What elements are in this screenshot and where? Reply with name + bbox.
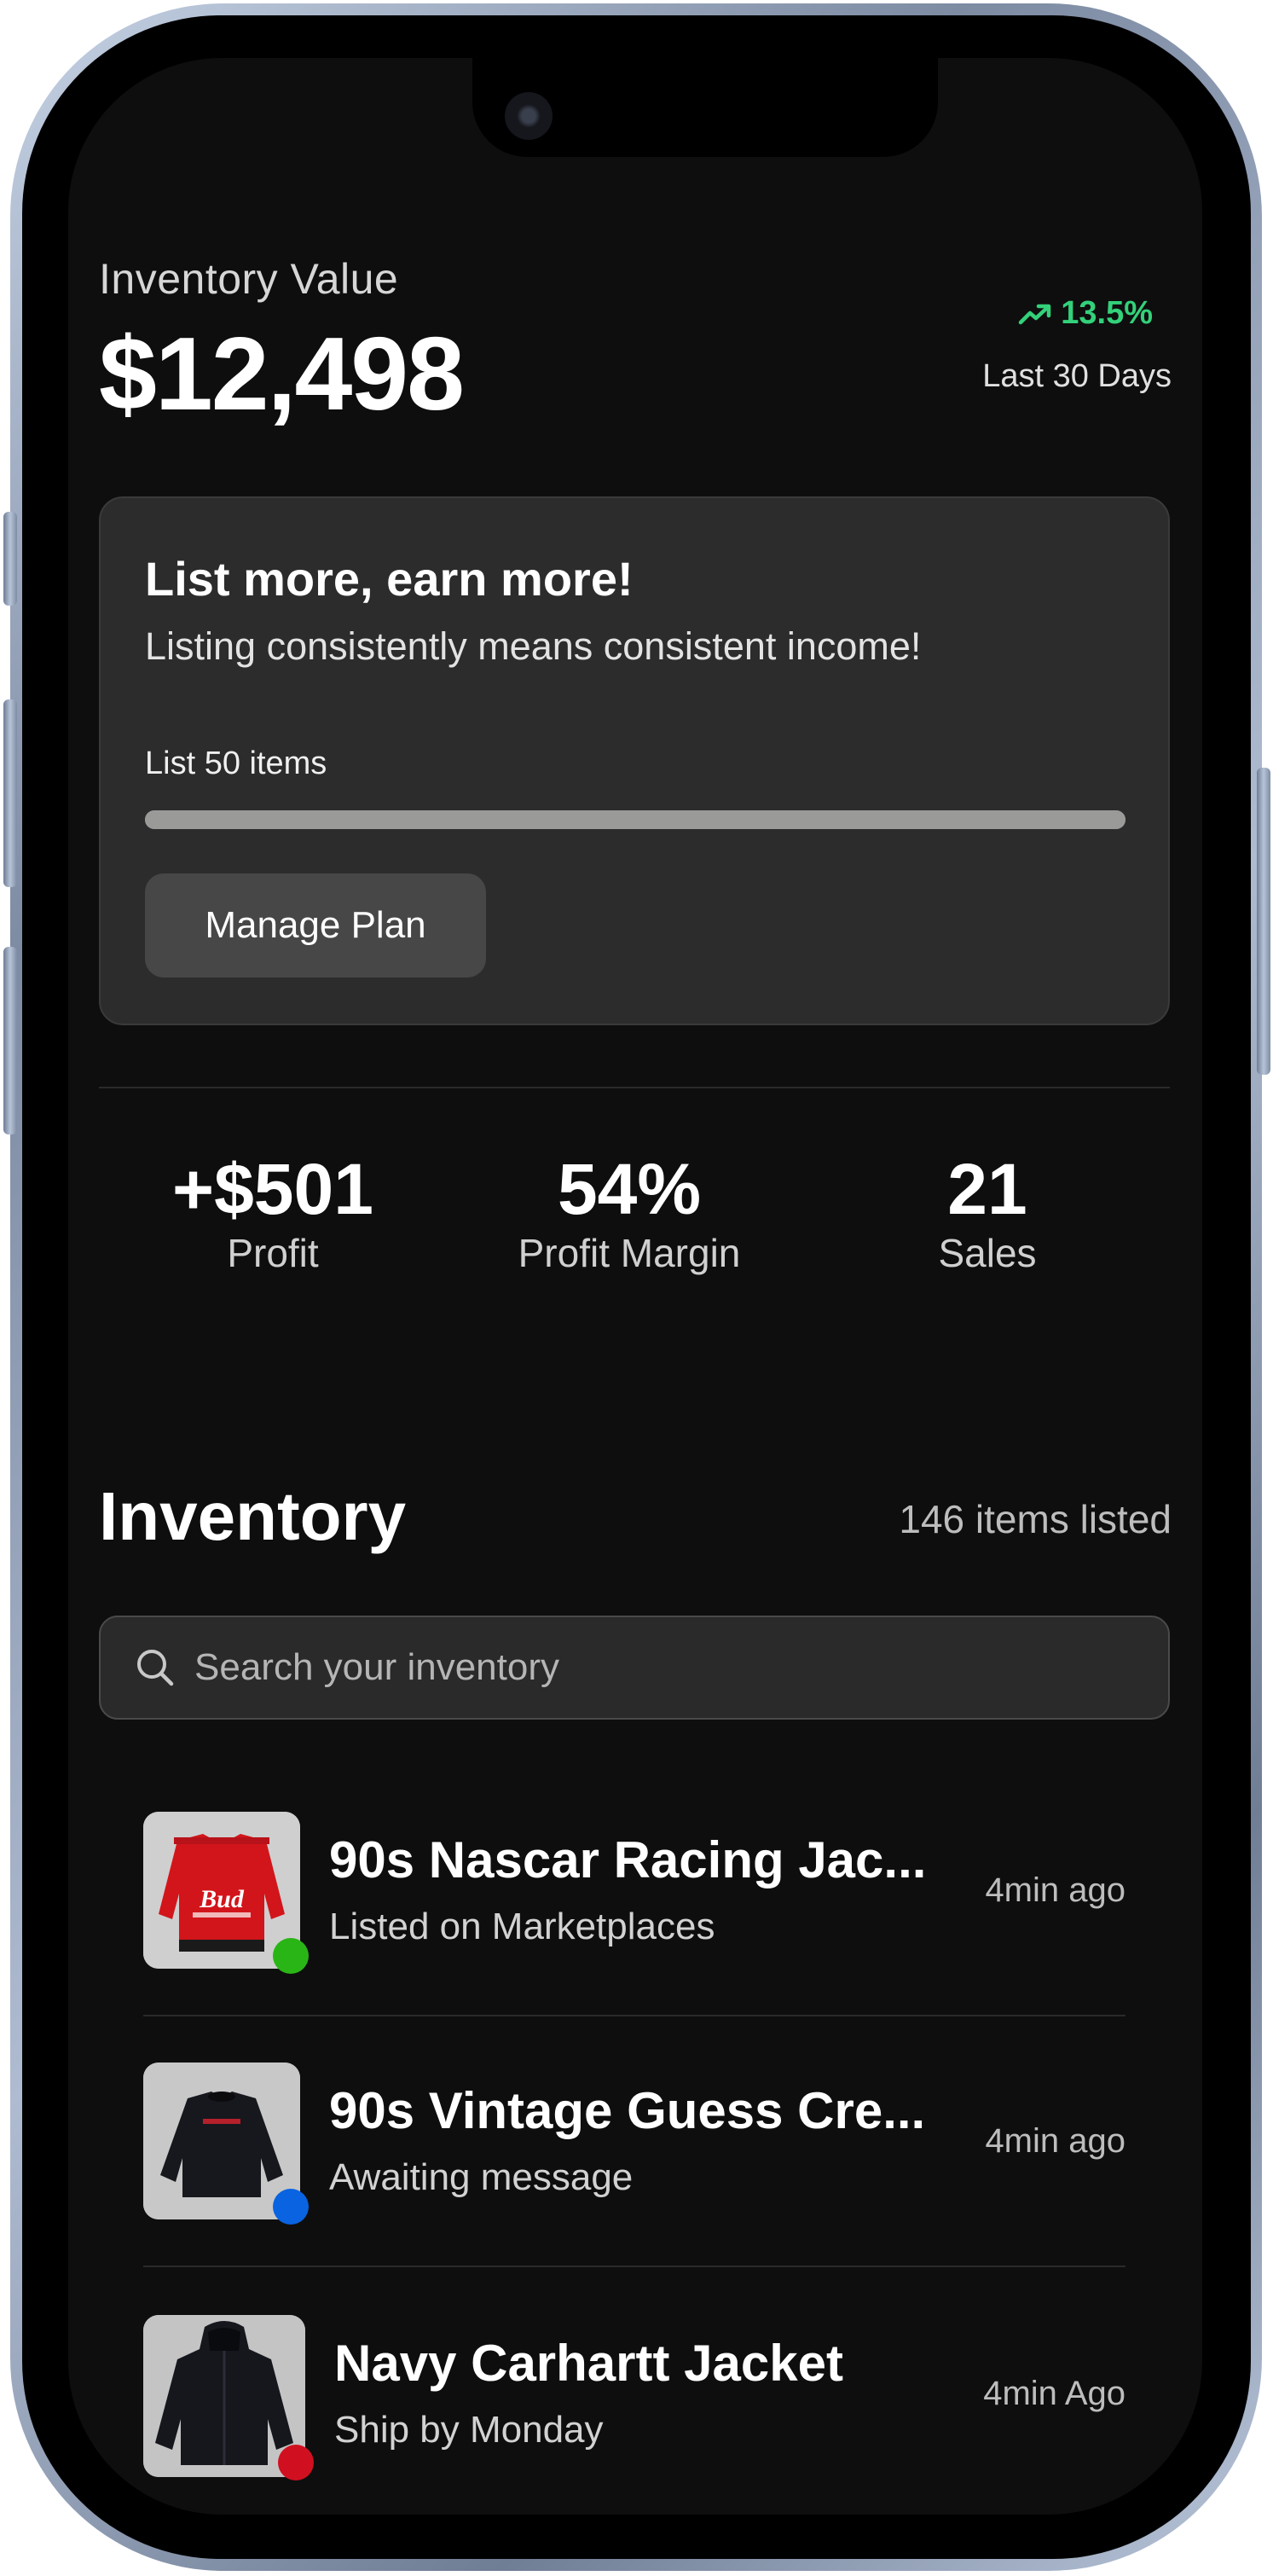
inventory-item[interactable]: Bud 90s Nascar Racing Jac... Listed on M… bbox=[143, 1812, 1125, 1974]
goal-progress-bar bbox=[145, 810, 1125, 829]
item-status: Listed on Marketplaces bbox=[329, 1906, 715, 1947]
status-dot bbox=[273, 2189, 309, 2225]
goal-label: List 50 items bbox=[145, 746, 327, 781]
app-screen: Inventory Value $12,498 13.5% Last 30 Da… bbox=[68, 58, 1202, 2515]
status-dot bbox=[278, 2445, 314, 2480]
item-status: Awaiting message bbox=[329, 2156, 634, 2198]
stat-label: Profit Margin bbox=[518, 1231, 741, 1276]
stats-row: +$501 Profit 54% Profit Margin 21 Sales bbox=[99, 1150, 1170, 1303]
inventory-value-label: Inventory Value bbox=[99, 255, 399, 303]
inventory-heading: Inventory bbox=[99, 1478, 407, 1554]
stat-sales: 21 Sales bbox=[808, 1150, 1166, 1276]
power-button bbox=[1257, 768, 1270, 1075]
front-camera bbox=[505, 92, 553, 140]
item-time: 4min Ago bbox=[983, 2375, 1125, 2412]
stat-label: Sales bbox=[938, 1231, 1037, 1276]
volume-up-button bbox=[3, 699, 17, 887]
search-icon bbox=[137, 1650, 174, 1686]
promo-title: List more, earn more! bbox=[145, 552, 634, 606]
promo-subtitle: Listing consistently means consistent in… bbox=[145, 624, 922, 668]
stat-profit-margin: 54% Profit Margin bbox=[450, 1150, 808, 1276]
section-divider bbox=[99, 1087, 1170, 1088]
item-time: 4min ago bbox=[985, 2122, 1125, 2160]
stat-label: Profit bbox=[227, 1231, 319, 1276]
action-button bbox=[3, 512, 17, 606]
search-input[interactable] bbox=[193, 1645, 1168, 1690]
status-dot bbox=[273, 1938, 309, 1974]
stat-value: +$501 bbox=[172, 1149, 373, 1229]
trend-percent: 13.5% bbox=[1061, 295, 1153, 331]
list-divider bbox=[143, 2266, 1125, 2267]
item-status: Ship by Monday bbox=[334, 2409, 604, 2451]
trending-up-icon bbox=[1019, 304, 1051, 324]
search-bar[interactable] bbox=[99, 1616, 1170, 1720]
inventory-item[interactable]: Navy Carhartt Jacket Ship by Monday 4min… bbox=[143, 2315, 1125, 2480]
dynamic-notch bbox=[472, 58, 938, 157]
item-title: 90s Vintage Guess Cre... bbox=[329, 2082, 926, 2139]
inventory-value: $12,498 bbox=[99, 316, 465, 432]
goal-progress-fill bbox=[145, 810, 1125, 829]
period-label: Last 30 Days bbox=[982, 358, 1172, 394]
stat-profit: +$501 Profit bbox=[94, 1150, 452, 1276]
item-title: 90s Nascar Racing Jac... bbox=[329, 1831, 927, 1888]
volume-down-button bbox=[3, 947, 17, 1134]
svg-text:Bud: Bud bbox=[199, 1885, 245, 1913]
manage-plan-button[interactable]: Manage Plan bbox=[145, 873, 486, 978]
stat-value: 54% bbox=[557, 1149, 702, 1229]
trend-indicator: 13.5% bbox=[1018, 295, 1153, 332]
inventory-item[interactable]: 90s Vintage Guess Cre... Awaiting messag… bbox=[143, 2063, 1125, 2225]
items-listed-count: 146 items listed bbox=[899, 1497, 1172, 1541]
stat-value: 21 bbox=[947, 1149, 1027, 1229]
item-time: 4min ago bbox=[985, 1871, 1125, 1909]
item-title: Navy Carhartt Jacket bbox=[334, 2335, 843, 2392]
promo-card: List more, earn more! Listing consistent… bbox=[99, 496, 1170, 1025]
list-divider bbox=[143, 2015, 1125, 2016]
